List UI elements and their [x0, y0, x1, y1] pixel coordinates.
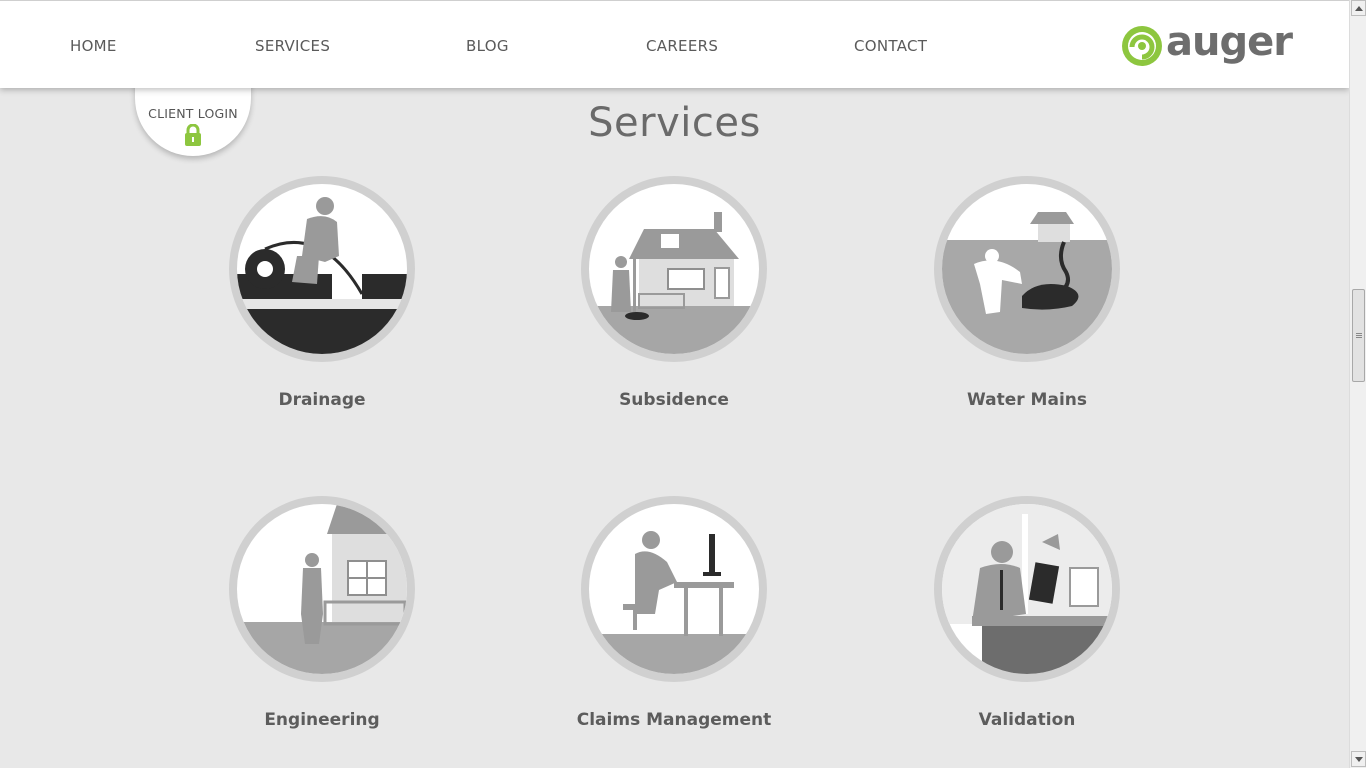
auger-logo[interactable]: auger	[1121, 19, 1293, 69]
grip-line	[1356, 337, 1362, 338]
validation-illustration	[942, 504, 1112, 674]
nav-blog-link[interactable]: BLOG	[466, 37, 509, 55]
service-label: Validation	[978, 710, 1076, 730]
service-circle	[581, 496, 767, 682]
scroll-thumb[interactable]	[1352, 289, 1365, 382]
scroll-up-button[interactable]	[1351, 0, 1366, 16]
nav-home-link[interactable]: HOME	[70, 37, 117, 55]
logo-text: auger	[1166, 19, 1293, 65]
service-label: Claims Management	[576, 710, 772, 730]
service-circle	[229, 176, 415, 362]
service-circle	[934, 496, 1120, 682]
subsidence-illustration	[589, 184, 759, 354]
nav-services-link[interactable]: SERVICES	[255, 37, 330, 55]
client-login-label: CLIENT LOGIN	[148, 106, 238, 121]
lock-icon	[185, 124, 201, 146]
water-mains-illustration	[942, 184, 1112, 354]
grip-line	[1356, 335, 1362, 336]
arrow-down-icon	[1355, 757, 1363, 762]
nav-contact-link[interactable]: CONTACT	[854, 37, 927, 55]
service-label: Subsidence	[619, 390, 729, 410]
grip-line	[1356, 333, 1362, 334]
swirl-logo-icon	[1122, 26, 1162, 66]
service-circle	[229, 496, 415, 682]
claims-management-illustration	[589, 504, 759, 674]
top-navigation-bar: HOME SERVICES BLOG CAREERS CONTACT auger	[0, 0, 1349, 88]
engineering-illustration	[237, 504, 407, 674]
nav-careers-link[interactable]: CAREERS	[646, 37, 718, 55]
drainage-illustration	[237, 184, 407, 354]
service-circle	[581, 176, 767, 362]
service-label: Engineering	[264, 710, 380, 730]
service-circle	[934, 176, 1120, 362]
service-label: Water Mains	[966, 390, 1087, 410]
arrow-up-icon	[1355, 6, 1363, 11]
vertical-scrollbar[interactable]	[1349, 0, 1366, 768]
scroll-down-button[interactable]	[1351, 751, 1366, 767]
service-label: Drainage	[278, 390, 366, 410]
